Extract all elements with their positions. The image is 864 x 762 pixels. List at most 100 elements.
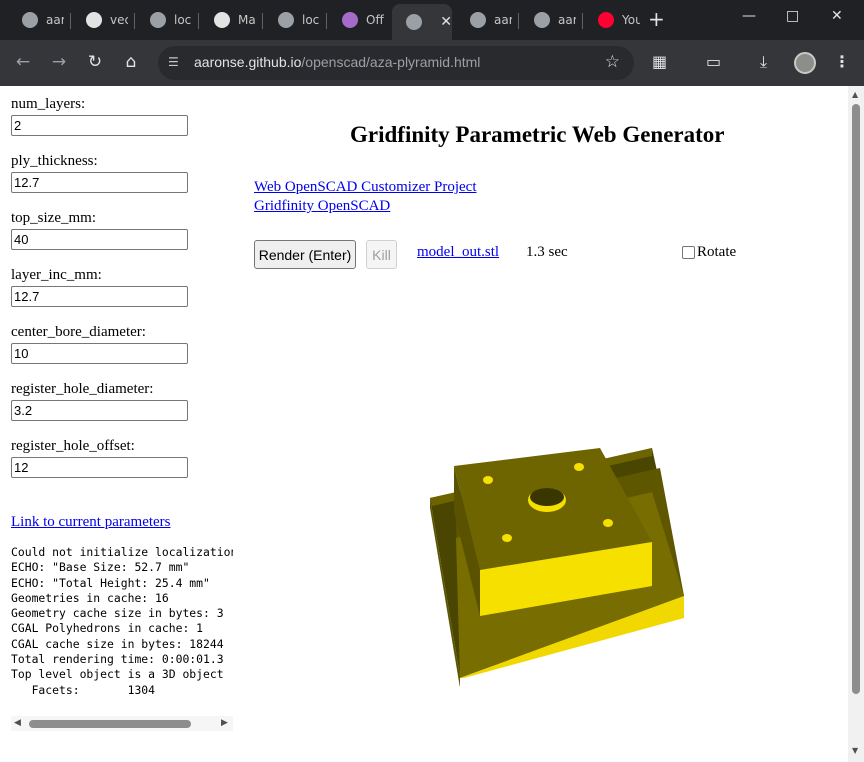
forward-icon[interactable]: → — [48, 52, 70, 72]
model-3d-view[interactable] — [420, 446, 700, 686]
tab-separator — [134, 13, 135, 29]
tab-label: vec — [110, 13, 128, 27]
link-web-openscad-customizer[interactable]: Web OpenSCAD Customizer Project — [254, 179, 477, 196]
model-download-link[interactable]: model_out.stl — [417, 244, 499, 261]
rotate-label: Rotate — [697, 244, 737, 260]
render-button[interactable]: Render (Enter) — [254, 240, 356, 269]
cast-icon[interactable]: ▭ — [706, 52, 721, 71]
link-gridfinity-openscad[interactable]: Gridfinity OpenSCAD — [254, 198, 390, 215]
tab-label: You — [622, 13, 640, 27]
param-group: layer_inc_mm: — [11, 267, 188, 307]
back-icon[interactable]: ← — [12, 52, 34, 72]
console-line: CGAL Polyhedrons in cache: 1 — [11, 621, 204, 636]
param-label: top_size_mm: — [11, 210, 96, 226]
tab-label: aar — [46, 13, 64, 27]
tab-favicon-icon — [342, 12, 358, 28]
maximize-icon[interactable]: □ — [786, 8, 799, 24]
rotate-checkbox[interactable] — [682, 246, 695, 259]
close-window-icon[interactable]: ✕ — [831, 8, 843, 24]
param-input[interactable] — [11, 343, 188, 364]
console-line: CGAL cache size in bytes: 18244 — [11, 636, 224, 651]
param-input[interactable] — [11, 229, 188, 250]
profile-avatar[interactable] — [794, 52, 816, 74]
param-group: register_hole_offset: — [11, 438, 188, 478]
tab-favicon-icon — [534, 12, 550, 28]
browser-tab[interactable]: vec — [72, 4, 134, 36]
tab-label: Ma — [238, 13, 256, 27]
url-text[interactable]: aaronse.github.io/openscad/aza-plyramid.… — [194, 54, 480, 70]
tab-favicon-icon — [150, 12, 166, 28]
scroll-down-icon[interactable]: ▼ — [852, 746, 858, 755]
scroll-right-icon[interactable]: ▶ — [221, 717, 228, 728]
browser-tab[interactable]: ✕ — [392, 4, 452, 40]
param-label: num_layers: — [11, 96, 86, 112]
param-group: ply_thickness: — [11, 153, 188, 193]
tab-favicon-icon — [470, 12, 486, 28]
tab-separator — [582, 13, 583, 29]
browser-tab[interactable]: aar — [8, 4, 70, 36]
param-input[interactable] — [11, 457, 188, 478]
tab-favicon-icon — [214, 12, 230, 28]
console-output: Could not initialize localization ECHO: "… — [11, 545, 233, 707]
scroll-left-icon[interactable]: ◀ — [14, 717, 21, 728]
bookmark-star-icon[interactable]: ☆ — [605, 52, 620, 72]
console-line: Geometry cache size in bytes: 3 — [11, 606, 224, 621]
tab-label: loc — [174, 13, 192, 27]
param-input[interactable] — [11, 115, 188, 136]
scrollbar-thumb[interactable] — [852, 104, 860, 694]
render-time: 1.3 sec — [526, 244, 568, 260]
param-label: register_hole_offset: — [11, 438, 135, 454]
tab-close-icon[interactable]: ✕ — [440, 14, 452, 30]
browser-tab[interactable]: loc — [264, 4, 326, 36]
page-vertical-scrollbar[interactable]: ▲ ▼ — [848, 86, 864, 762]
download-icon[interactable]: ⤓ — [760, 52, 767, 72]
scroll-up-icon[interactable]: ▲ — [852, 90, 858, 99]
console-line: Total rendering time: 0:00:01.3 — [11, 652, 224, 667]
extensions-icon[interactable]: ▦ — [652, 52, 667, 71]
tab-favicon-icon — [598, 12, 614, 28]
home-icon[interactable]: ⌂ — [120, 52, 142, 72]
browser-tab[interactable]: loc — [136, 4, 198, 36]
site-info-icon[interactable]: ☰ — [168, 55, 184, 71]
browser-tab[interactable]: Ma — [200, 4, 262, 36]
model-register-hole — [483, 476, 493, 484]
console-horizontal-scrollbar[interactable]: ◀ ▶ — [11, 716, 233, 731]
model-center-bore-inner — [530, 488, 564, 506]
minimize-icon[interactable]: — — [742, 8, 756, 24]
browser-toolbar: ← → ↻ ⌂ ☰ aaronse.github.io/openscad/aza… — [0, 40, 864, 86]
tab-label: aar — [558, 13, 576, 27]
tab-label: loc — [302, 13, 320, 27]
param-group: top_size_mm: — [11, 210, 188, 250]
rotate-control[interactable]: Rotate — [682, 244, 736, 261]
param-input[interactable] — [11, 286, 188, 307]
reload-icon[interactable]: ↻ — [84, 52, 106, 72]
tab-separator — [326, 13, 327, 29]
link-current-parameters[interactable]: Link to current parameters — [11, 514, 171, 531]
console-line: Geometries in cache: 16 — [11, 590, 169, 605]
scrollbar-thumb[interactable] — [29, 720, 191, 728]
model-register-hole — [502, 534, 512, 542]
menu-icon[interactable]: ⋮ — [834, 52, 850, 71]
browser-tab[interactable]: You — [584, 4, 646, 36]
param-group: center_bore_diameter: — [11, 324, 188, 364]
page-content: num_layers: ply_thickness: top_size_mm:lay… — [0, 86, 848, 762]
browser-tab[interactable]: Off — [328, 4, 390, 36]
browser-tab[interactable]: aar — [520, 4, 582, 36]
address-bar[interactable]: ☰ aaronse.github.io/openscad/aza-plyrami… — [158, 46, 634, 80]
param-label: ply_thickness: — [11, 153, 98, 169]
param-input[interactable] — [11, 172, 188, 193]
tab-label: Off — [366, 13, 384, 27]
param-label: register_hole_diameter: — [11, 381, 154, 397]
console-line: Facets: 1304 — [11, 682, 156, 697]
browser-tab[interactable]: aar — [456, 4, 518, 36]
tab-favicon-icon — [278, 12, 294, 28]
tab-label: aar — [494, 13, 512, 27]
console-line: ECHO: "Base Size: 52.7 mm" — [11, 560, 190, 575]
param-input[interactable] — [11, 400, 188, 421]
param-label: center_bore_diameter: — [11, 324, 146, 340]
tab-favicon-icon — [86, 12, 102, 28]
new-tab-button[interactable]: + — [648, 8, 665, 30]
tab-separator — [262, 13, 263, 29]
kill-button[interactable]: Kill — [366, 240, 397, 269]
page-title: Gridfinity Parametric Web Generator — [350, 122, 725, 147]
